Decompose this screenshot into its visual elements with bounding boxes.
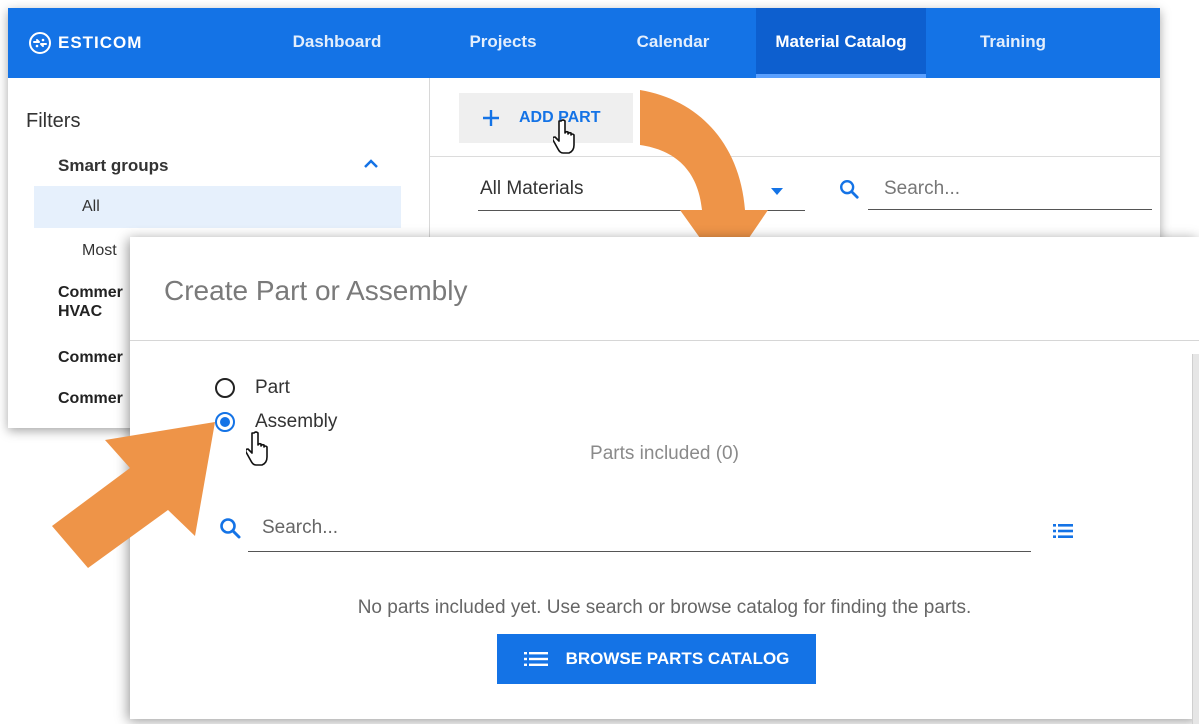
dialog-search-placeholder: Search... [262, 517, 339, 538]
nav-dashboard[interactable]: Dashboard [262, 8, 412, 78]
sidebar-group-commercial-3[interactable]: Commer [58, 389, 123, 408]
nav-training[interactable]: Training [953, 8, 1073, 78]
plus-icon [483, 110, 499, 126]
radio-circle [215, 378, 235, 398]
radio-circle-checked [215, 412, 235, 432]
sidebar-item-most[interactable]: Most [82, 242, 117, 260]
radio-part-label: Part [255, 377, 290, 398]
chevron-up-icon[interactable] [361, 154, 381, 174]
sidebar-group-commercial-hvac[interactable]: Commer HVAC [58, 283, 123, 321]
list-icon[interactable] [1053, 523, 1073, 539]
empty-parts-message: No parts included yet. Use search or bro… [357, 597, 972, 618]
hand-cursor-icon [246, 431, 268, 466]
nav-projects[interactable]: Projects [443, 8, 563, 78]
sidebar-group-commercial-2[interactable]: Commer [58, 348, 123, 367]
nav-material-catalog[interactable]: Material Catalog [756, 8, 926, 78]
browse-parts-catalog-label: BROWSE PARTS CATALOG [565, 649, 790, 668]
hand-cursor-icon [553, 119, 575, 154]
catalog-search-placeholder: Search... [884, 178, 961, 199]
smart-groups-label[interactable]: Smart groups [58, 156, 169, 176]
nav-calendar[interactable]: Calendar [608, 8, 738, 78]
browse-parts-catalog-button[interactable]: BROWSE PARTS CATALOG [497, 634, 816, 684]
brand-logo[interactable]: ESTICOM [28, 28, 142, 58]
dialog-divider [130, 340, 1199, 341]
radio-part[interactable]: Part [215, 377, 290, 399]
parts-included-label: Parts included (0) [590, 443, 739, 464]
dialog-scrollbar[interactable] [1192, 354, 1199, 724]
catalog-toolbar: ADD PART [430, 78, 1160, 157]
add-part-button[interactable]: ADD PART [459, 93, 633, 143]
catalog-search-input[interactable]: Search... [838, 170, 1152, 210]
search-icon [220, 518, 241, 539]
filters-title: Filters [26, 110, 81, 132]
materials-select-value: All Materials [480, 178, 584, 199]
search-underline [868, 209, 1152, 210]
search-icon [840, 180, 859, 199]
radio-assembly[interactable]: Assembly [215, 411, 337, 433]
sidebar-item-all[interactable]: All [34, 186, 401, 228]
orange-arrow-icon [52, 422, 215, 568]
sidebar-item-label: All [82, 198, 100, 215]
caret-down-icon [771, 188, 783, 195]
dialog-title: Create Part or Assembly [164, 275, 468, 306]
list-icon [523, 652, 548, 666]
brand-name: ESTICOM [58, 33, 143, 52]
esticom-logo-icon [29, 32, 51, 54]
create-part-dialog: Create Part or Assembly Part Assembly Pa… [130, 237, 1199, 724]
search-underline [248, 551, 1031, 552]
dialog-search-input[interactable]: Search... [218, 512, 1031, 552]
top-navigation-bar: ESTICOM Dashboard Projects Calendar Mate… [8, 8, 1160, 78]
